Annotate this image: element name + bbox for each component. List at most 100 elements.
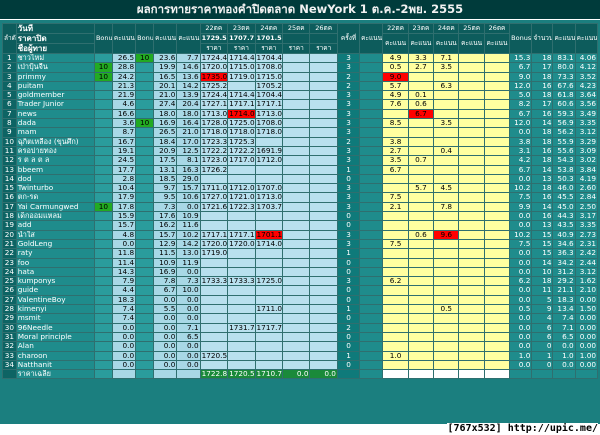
cell-b4x — [359, 71, 384, 82]
cell-b1 — [93, 341, 113, 352]
cell-tot: 13.4 — [552, 303, 576, 315]
cell-p25 — [281, 211, 311, 222]
cell-w1: 15.9 — [111, 211, 137, 222]
cell-b4: 9.0 — [509, 71, 533, 82]
cell-p24: 1712.0 — [254, 155, 284, 166]
cell-b1 — [93, 192, 113, 203]
cell-b4x — [359, 155, 384, 166]
col-e22-header: 22ตค — [382, 23, 409, 34]
cell-s22 — [382, 108, 409, 120]
col-e23-header: 23ตค — [407, 23, 435, 34]
cell-s26 — [483, 118, 511, 129]
table-row: 33 charoon 0.0 0.0 0.0 1720.5 1 1.0 1.0 1 1.0 1.00 — [2, 350, 599, 361]
cell-p22 — [199, 322, 229, 333]
cell-no: 6 — [2, 99, 17, 110]
cell-s24 — [433, 276, 460, 287]
cell-b4x — [359, 303, 384, 315]
price-label-d26: ราคา — [309, 43, 338, 54]
cell-s22: 6.2 — [382, 276, 409, 287]
cell-b1 — [93, 359, 113, 371]
cell-cnt: 18 — [531, 276, 554, 287]
cell-name: เด็กออมแหลม — [15, 211, 95, 222]
cell-p23 — [227, 350, 256, 361]
score-rows: 1 ชาวไหม่ 26.5 10 23.6 7.7 1724.4 1714.4 1704.4 3… — [2, 52, 599, 371]
cell-name: Yai Carmungwed — [15, 201, 95, 213]
col-d23-header: 23ตค — [227, 23, 256, 34]
col-player-header: ชื่อผู้ทาย — [15, 43, 95, 54]
cell-s22: 6.7 — [382, 164, 409, 175]
cell-b2 — [135, 183, 155, 194]
table-row: 34 Natthanit 0.0 0.0 0.0 0 0.0 0 0.0 0.00 — [2, 359, 599, 371]
cell-s23: 0.7 — [407, 155, 435, 166]
avg-price-d25: 0.0 — [281, 369, 311, 380]
cell-b4x — [359, 164, 384, 175]
average-row: ราคาเฉลี่ย 1722.8 1720.5 1710.7 0.0 0.0 — [2, 369, 599, 380]
cell-t: 3 — [336, 192, 361, 203]
cell-s24 — [433, 136, 460, 147]
cell-cnt: 15 — [531, 248, 554, 259]
cell-avg: 2.42 — [574, 248, 599, 259]
cell-cnt: 6 — [531, 331, 554, 343]
cell-tot: 44.3 — [552, 211, 576, 222]
cell-b2 — [135, 164, 155, 175]
avg-price-d24: 1710.7 — [254, 369, 284, 380]
cell-b2 — [135, 127, 155, 138]
cell-b4: 6.2 — [509, 276, 533, 287]
cell-s22 — [382, 220, 409, 231]
cell-cnt: 9 — [531, 303, 554, 315]
cell-s24 — [433, 294, 460, 306]
cell-b2 — [135, 294, 155, 306]
cell-name: Natthanit — [15, 359, 95, 371]
cell-b2 — [135, 266, 155, 278]
cell-w1: 7.4 — [111, 313, 137, 324]
cell-s22: 8.5 — [382, 118, 409, 129]
cell-p26 — [309, 313, 338, 324]
cell-b2 — [135, 303, 155, 315]
cell-no: 7 — [2, 108, 17, 120]
cell-b2 — [135, 350, 155, 361]
cell-b4x — [359, 276, 384, 287]
cell-s23 — [407, 248, 435, 259]
score-label-e24: คะแนน — [433, 33, 460, 54]
table-row: 32 Alan 0.0 0.0 0.0 0 0.0 0 0.0 0.00 — [2, 341, 599, 352]
cell-t: 0 — [336, 173, 361, 185]
cell-s23 — [407, 201, 435, 213]
cell-w2: 10.9 — [153, 257, 178, 268]
cell-s26 — [483, 80, 511, 92]
table-row: 30 96Needle 0.0 0.0 7.1 1731.7 1717.7 2 0.0 6 7.1 0… — [2, 322, 599, 333]
cell-p24 — [254, 350, 284, 361]
cell-s23 — [407, 211, 435, 222]
cell-b4x — [359, 331, 384, 343]
cell-tot: 83.1 — [552, 52, 576, 64]
cell-tot: 60.6 — [552, 99, 576, 110]
cell-cnt: 10 — [531, 266, 554, 278]
cell-s25 — [458, 303, 485, 315]
cell-b4: 0.0 — [509, 220, 533, 231]
cell-b4x — [359, 145, 384, 157]
cell-s25 — [458, 52, 485, 64]
table-row: 1 ชาวไหม่ 26.5 10 23.6 7.7 1724.4 1714.4 1704.4 3… — [2, 52, 599, 64]
cell-s24: 3.5 — [433, 118, 460, 129]
cell-p26 — [309, 285, 338, 296]
cell-w1: 4.6 — [111, 99, 137, 110]
cell-p24: 1711.0 — [254, 303, 284, 315]
cell-s22: 0.5 — [382, 62, 409, 73]
cell-p25 — [281, 350, 311, 361]
cell-b1 — [93, 350, 113, 361]
table-row: 15 Twinturbo 10.4 9.7 15.7 1711.0 1712.0 1707.0… — [2, 183, 599, 194]
table-row: 16 ตก-รด 17.9 9.5 10.6 1727.0 1721.0 1713.0 3 7.5… — [2, 192, 599, 203]
cell-w3: 7.1 — [176, 322, 201, 333]
cell-s24: 4.5 — [433, 183, 460, 194]
cell-p25 — [281, 127, 311, 138]
cell-w3: 14.2 — [176, 80, 201, 92]
cell-tot: 34.2 — [552, 257, 576, 268]
cell-p22: 1728.0 — [199, 118, 229, 129]
cell-p23 — [227, 220, 256, 231]
cell-s22: 7.5 — [382, 192, 409, 203]
avg-price-d22: 1722.8 — [199, 369, 229, 380]
cell-s26 — [483, 322, 511, 333]
cell-p24: 1705.2 — [254, 80, 284, 92]
cell-w3: 6.5 — [176, 331, 201, 343]
cell-no: 34 — [2, 359, 17, 371]
cell-p22: 1721.6 — [199, 201, 229, 213]
